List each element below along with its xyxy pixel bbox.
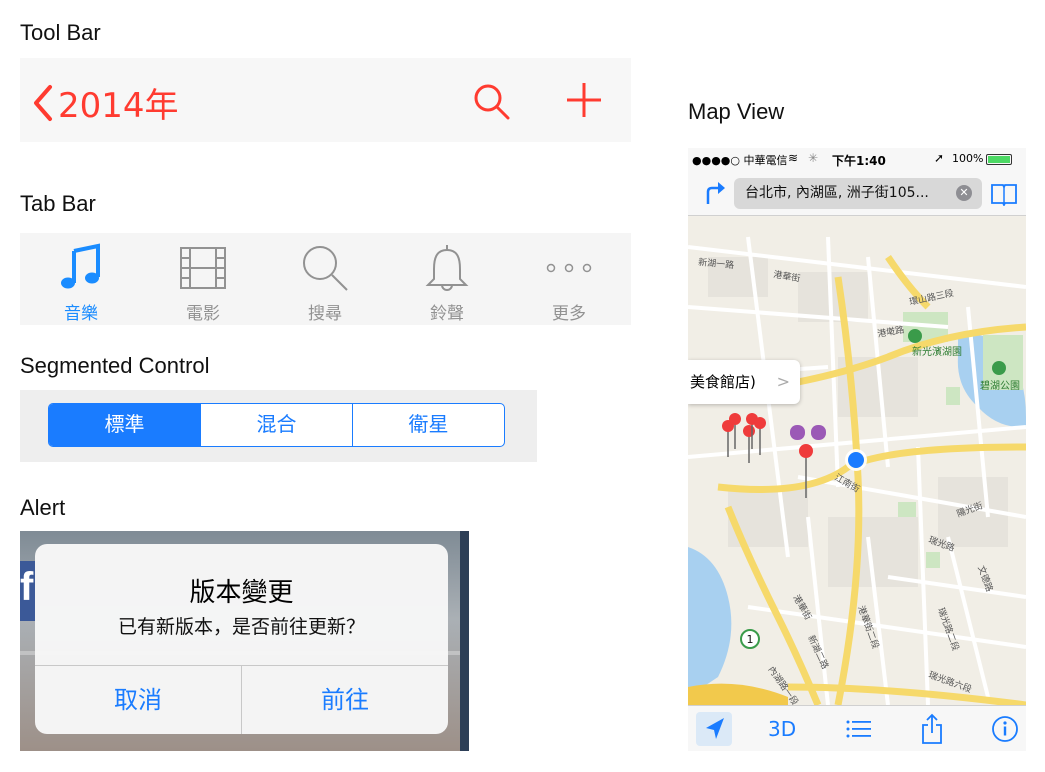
directions-icon[interactable] [704, 180, 726, 211]
map-navbar: 台北市, 內湖區, 洲子街105... ✕ [688, 170, 1026, 216]
segmented-section-title: Segmented Control [20, 353, 210, 378]
tab-music[interactable]: 音樂 [20, 233, 142, 325]
map-label-park1: 新光濱湖園 [912, 345, 962, 358]
wifi-icon: ≋ [788, 151, 799, 165]
confirm-button[interactable]: 前往 [242, 666, 448, 734]
music-note-icon [56, 243, 106, 293]
3d-button[interactable]: 3D [768, 706, 796, 751]
back-button-label: 2014年 [58, 86, 179, 126]
tab-movies[interactable]: 電影 [142, 233, 264, 325]
tab-ringtones-label: 鈴聲 [430, 304, 464, 324]
background-logo-letter: f [20, 565, 34, 609]
segment-standard[interactable]: 標準 [49, 404, 200, 446]
alert-dialog: 版本變更 已有新版本，是否前往更新？ 取消 前往 [35, 544, 448, 734]
map-label-park2: 碧湖公園 [980, 380, 1020, 392]
segment-hybrid[interactable]: 混合 [200, 404, 352, 446]
tab-search-label: 搜尋 [308, 304, 342, 324]
callout-label: 美食館店) [690, 373, 756, 391]
status-time: 下午1:40 [832, 154, 886, 168]
cancel-button[interactable]: 取消 [35, 666, 241, 734]
current-location-dot [848, 452, 864, 468]
alert-section-title: Alert [20, 495, 66, 520]
tab-more[interactable]: 更多 [508, 233, 630, 325]
highway-shield-label: 1 [747, 633, 754, 646]
activity-icon: ✳ [808, 151, 819, 165]
toolbar: 2014年 [20, 58, 631, 142]
tab-movies-label: 電影 [186, 304, 220, 324]
list-icon [846, 720, 871, 738]
info-icon [992, 716, 1018, 742]
mapview-section-title: Map View [688, 99, 785, 124]
battery-icon [986, 154, 1012, 165]
tab-ringtones[interactable]: 鈴聲 [386, 233, 508, 325]
tabbar-section-title: Tab Bar [20, 191, 96, 216]
add-button[interactable] [564, 80, 604, 125]
bell-icon [422, 243, 472, 293]
track-location-button[interactable] [696, 712, 732, 746]
chevron-right-icon: > [776, 372, 790, 391]
search-icon [472, 84, 512, 126]
battery-percent: 100% [952, 152, 984, 165]
tab-search[interactable]: 搜尋 [264, 233, 386, 325]
back-button[interactable]: 2014年 [32, 78, 179, 127]
bookmarks-icon[interactable] [990, 182, 1018, 211]
location-arrow-icon: ➚ [934, 151, 945, 165]
carrier-label: ●●●●○ 中華電信 [692, 154, 788, 167]
toolbar-section-title: Tool Bar [20, 20, 101, 45]
map-toolbar: 3D [688, 705, 1026, 751]
alert-title: 版本變更 [189, 578, 294, 608]
film-icon [178, 243, 228, 293]
chevron-left-icon [32, 83, 54, 123]
map-canvas[interactable]: 1 新光濱湖園 碧湖公園 環山路三段 港墘路 江南街 瑞光路 內湖路一段 港華街… [688, 217, 1026, 705]
status-bar: ●●●●○ 中華電信 ≋ ✳ 下午1:40 ➚ 100% [688, 148, 1026, 170]
segmented-control: 標準 混合 衛星 [48, 403, 505, 447]
map-view: ●●●●○ 中華電信 ≋ ✳ 下午1:40 ➚ 100% 台北市, 內湖區, 洲… [688, 148, 1026, 751]
tab-music-label: 音樂 [64, 304, 98, 324]
location-arrow-icon [706, 718, 724, 739]
tab-more-label: 更多 [552, 304, 586, 324]
search-icon [300, 243, 350, 293]
list-button[interactable] [846, 719, 872, 751]
clear-search-icon[interactable]: ✕ [956, 185, 972, 201]
segment-satellite[interactable]: 衛星 [352, 404, 504, 446]
map-search-field[interactable]: 台北市, 內湖區, 洲子街105... [734, 178, 982, 209]
more-icon [544, 243, 594, 293]
plus-icon [564, 83, 604, 124]
info-button[interactable] [991, 715, 1019, 751]
share-button[interactable] [920, 713, 944, 751]
map-callout[interactable]: 美食館店) > [688, 360, 800, 404]
share-icon [922, 713, 942, 744]
alert-message: 已有新版本，是否前往更新？ [117, 616, 365, 638]
tabbar: 音樂 電影 搜尋 鈴聲 更多 [20, 233, 631, 325]
search-button[interactable] [472, 82, 512, 127]
